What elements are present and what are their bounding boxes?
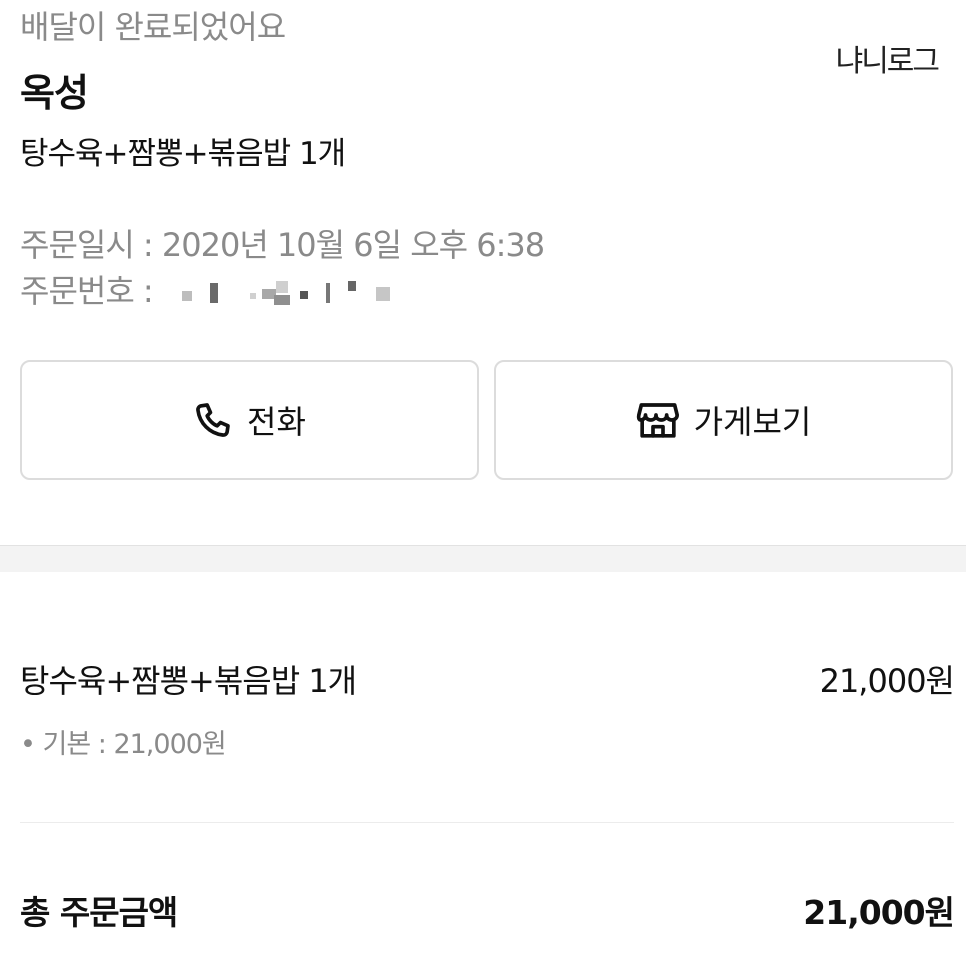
order-number-label: 주문번호 : (20, 272, 154, 310)
call-button[interactable]: 전화 (20, 360, 479, 480)
item-name: 탕수육+짬뽕+볶음밥 1개 (20, 662, 357, 700)
order-number-masked (176, 279, 396, 307)
order-number-row: 주문번호 : (20, 268, 544, 314)
item-divider (20, 822, 954, 823)
total-row: 총 주문금액 21,000원 (20, 886, 955, 934)
total-amount: 21,000원 (803, 893, 955, 932)
item-price: 21,000원 (819, 662, 955, 700)
store-view-button[interactable]: 가게보기 (494, 360, 953, 480)
item-option: • 기본 : 21,000원 (20, 729, 227, 760)
total-label: 총 주문금액 (20, 893, 178, 932)
watermark-logo: 냐니로그 (835, 44, 940, 79)
call-label: 전화 (247, 403, 306, 441)
order-meta: 주문일시 : 2020년 10월 6일 오후 6:38 주문번호 : (20, 222, 545, 314)
order-item-row: 탕수육+짬뽕+볶음밥 1개 21,000원 (20, 656, 955, 702)
order-datetime: 주문일시 : 2020년 10월 6일 오후 6:38 (20, 226, 545, 264)
store-view-label: 가게보기 (693, 403, 812, 441)
menu-summary: 탕수육+짬뽕+볶음밥 1개 (20, 136, 346, 172)
delivery-status: 배달이 완료되었어요 (20, 8, 286, 46)
store-name: 옥성 (20, 71, 89, 115)
storefront-icon (636, 400, 680, 440)
section-divider (0, 545, 966, 572)
phone-icon (193, 400, 233, 440)
